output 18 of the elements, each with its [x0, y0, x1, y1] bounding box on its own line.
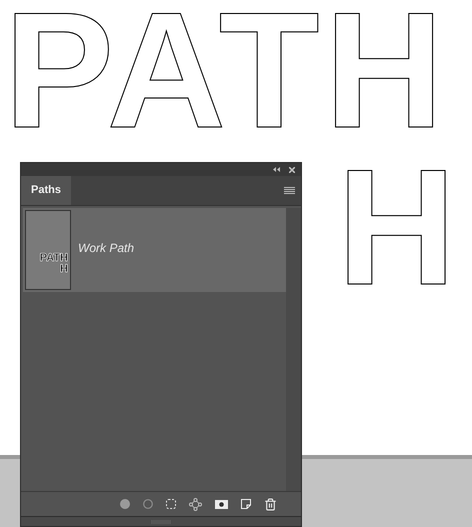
scrollbar-track[interactable] [286, 208, 301, 491]
path-row[interactable]: PATH H Work Path [23, 208, 286, 292]
outlined-text: PATH [4, 0, 449, 149]
work-path-icon[interactable] [189, 498, 202, 510]
collapse-icon[interactable] [273, 167, 280, 172]
resize-grip[interactable] [21, 516, 301, 526]
menu-icon[interactable] [284, 186, 295, 194]
selection-icon[interactable] [166, 499, 176, 509]
outlined-text: H [337, 149, 462, 306]
trash-icon[interactable] [264, 498, 277, 510]
panel-tab[interactable]: Paths [21, 176, 71, 205]
path-name[interactable]: Work Path [78, 238, 134, 256]
thumbnail-text: H [60, 264, 68, 275]
fill-path-icon[interactable] [120, 499, 130, 509]
thumbnail-text: PATH [40, 253, 68, 264]
close-icon[interactable] [289, 166, 295, 172]
mask-icon[interactable] [215, 500, 228, 508]
new-path-icon[interactable] [241, 499, 251, 509]
